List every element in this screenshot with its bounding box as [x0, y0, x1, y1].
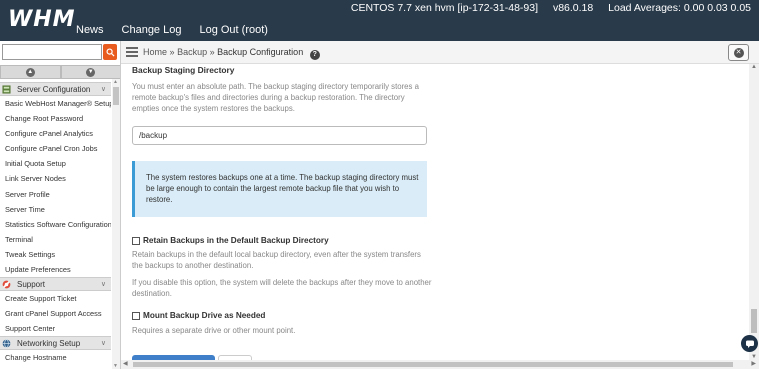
sidebar-item-support-center[interactable]: Support Center — [0, 321, 111, 336]
retain-backups-description: Retain backups in the default local back… — [132, 250, 421, 270]
close-button[interactable]: ✕ — [728, 44, 749, 61]
sidebar-item-cpanel-analytics[interactable]: Configure cPanel Analytics — [0, 126, 111, 141]
chat-button[interactable] — [741, 335, 758, 352]
scroll-up-icon[interactable]: ▲ — [751, 64, 757, 70]
chevron-down-icon: ∨ — [100, 86, 106, 93]
top-nav: News Change Log Log Out (root) — [76, 24, 268, 36]
breadcrumb-home[interactable]: Home — [143, 47, 167, 57]
sidebar-scrollbar[interactable]: ▲ ▼ — [112, 79, 120, 369]
sidebar-nav: Server Configuration ∨ Basic WebHost Man… — [0, 82, 111, 366]
sidebar-scroll-thumb[interactable] — [113, 87, 119, 105]
scroll-left-icon[interactable]: ◀ — [123, 360, 128, 367]
scroll-down-icon[interactable]: ▼ — [113, 363, 118, 369]
main-horizontal-scrollbar[interactable]: ◀ ▶ — [121, 360, 759, 369]
chevron-up-icon: ▲ — [25, 67, 35, 77]
retain-backups-option[interactable]: Retain Backups in the Default Backup Dir… — [132, 236, 329, 245]
staging-directory-description: You must enter an absolute path. The bac… — [132, 82, 419, 113]
sidebar: ▲ ▼ Server Configuration ∨ Basic WebHost… — [0, 41, 121, 369]
sidebar-item-basic-setup[interactable]: Basic WebHost Manager® Setup — [0, 96, 111, 111]
networking-icon — [2, 339, 11, 348]
retain-backups-checkbox[interactable] — [132, 236, 140, 245]
staging-directory-heading: Backup Staging Directory — [132, 65, 235, 75]
sidebar-item-update-preferences[interactable]: Update Preferences — [0, 262, 111, 277]
server-config-icon — [2, 84, 11, 94]
news-link[interactable]: News — [76, 24, 104, 36]
chevron-down-icon: ▼ — [86, 67, 96, 77]
main-vertical-scrollbar[interactable]: ▲ ▼ — [749, 64, 759, 360]
collapse-all-button[interactable]: ▲ — [0, 65, 61, 79]
horizontal-scroll-thumb[interactable] — [133, 362, 733, 367]
load-averages: Load Averages: 0.00 0.03 0.05 — [608, 2, 751, 14]
sidebar-item-server-time[interactable]: Server Time — [0, 202, 111, 217]
sidebar-group-server-configuration[interactable]: Server Configuration ∨ — [0, 82, 111, 96]
main-content: Backup Staging Directory You must enter … — [121, 64, 748, 360]
version-info: v86.0.18 — [552, 2, 594, 14]
sidebar-item-link-server-nodes[interactable]: Link Server Nodes — [0, 171, 111, 186]
expand-all-button[interactable]: ▼ — [60, 65, 120, 79]
help-icon[interactable]: ? — [309, 50, 320, 60]
breadcrumb-bar: Home » Backup » Backup Configuration ? ✕ — [121, 41, 759, 64]
mount-drive-description: Requires a separate drive or other mount… — [132, 326, 296, 335]
sidebar-item-cron-jobs[interactable]: Configure cPanel Cron Jobs — [0, 141, 111, 156]
sidebar-item-tweak-settings[interactable]: Tweak Settings — [0, 247, 111, 262]
mount-drive-label[interactable]: Mount Backup Drive as Needed — [143, 311, 265, 320]
sidebar-collapse-controls: ▲ ▼ — [0, 65, 120, 79]
chat-icon — [745, 340, 754, 348]
scroll-up-icon[interactable]: ▲ — [113, 79, 118, 85]
os-info: CENTOS 7.7 xen hvm [ip-172-31-48-93] — [350, 2, 539, 14]
support-icon — [2, 280, 11, 288]
menu-icon[interactable] — [126, 47, 138, 57]
sidebar-search-input[interactable] — [2, 44, 102, 60]
sidebar-item-terminal[interactable]: Terminal — [0, 232, 111, 247]
sidebar-item-initial-quota[interactable]: Initial Quota Setup — [0, 156, 111, 171]
group-label: Server Configuration — [17, 84, 91, 94]
breadcrumb: Home » Backup » Backup Configuration ? — [143, 47, 320, 60]
search-icon — [105, 47, 115, 57]
mount-drive-checkbox[interactable] — [132, 311, 140, 320]
search-button[interactable] — [103, 44, 117, 60]
change-log-link[interactable]: Change Log — [122, 24, 182, 36]
retain-backups-warning: If you disable this option, the system w… — [132, 278, 432, 298]
close-icon: ✕ — [733, 47, 744, 58]
staging-directory-input[interactable]: /backup — [132, 126, 427, 145]
mount-drive-option[interactable]: Mount Backup Drive as Needed — [132, 311, 265, 320]
breadcrumb-separator: » — [209, 47, 215, 57]
logout-link[interactable]: Log Out (root) — [199, 24, 267, 36]
scroll-right-icon[interactable]: ▶ — [751, 360, 756, 367]
sidebar-group-support[interactable]: Support ∨ — [0, 277, 111, 292]
sidebar-item-statistics-software[interactable]: Statistics Software Configuration — [0, 217, 111, 232]
sidebar-group-networking-setup[interactable]: Networking Setup ∨ — [0, 336, 111, 351]
sidebar-item-server-profile[interactable]: Server Profile — [0, 187, 111, 202]
breadcrumb-current: Backup Configuration — [217, 47, 304, 57]
main-scroll-thumb[interactable] — [751, 309, 757, 333]
breadcrumb-separator: » — [169, 47, 175, 57]
retain-backups-label[interactable]: Retain Backups in the Default Backup Dir… — [143, 236, 329, 245]
chevron-down-icon: ∨ — [100, 281, 106, 289]
sidebar-item-change-hostname[interactable]: Change Hostname — [0, 350, 111, 365]
top-bar: WHM News Change Log Log Out (root) CENTO… — [0, 0, 759, 41]
whm-logo[interactable]: WHM — [8, 7, 76, 32]
chevron-down-icon: ∨ — [100, 340, 106, 348]
sidebar-item-grant-support-access[interactable]: Grant cPanel Support Access — [0, 306, 111, 321]
sidebar-item-create-support-ticket[interactable]: Create Support Ticket — [0, 291, 111, 306]
system-info: CENTOS 7.7 xen hvm [ip-172-31-48-93] v86… — [339, 2, 751, 14]
group-label: Networking Setup — [17, 338, 81, 348]
breadcrumb-backup[interactable]: Backup — [177, 47, 207, 57]
group-label: Support — [17, 279, 46, 289]
info-callout: The system restores backups one at a tim… — [132, 161, 427, 217]
sidebar-item-change-root-password[interactable]: Change Root Password — [0, 111, 111, 126]
